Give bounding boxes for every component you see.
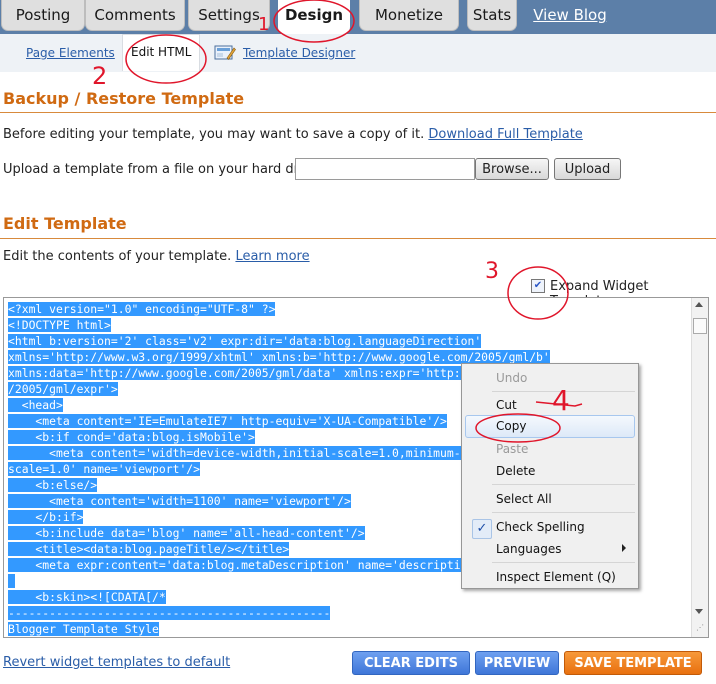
context-menu: Undo Cut Copy Paste Delete Select All ✓ … <box>461 363 639 589</box>
code-line: <!DOCTYPE html> <box>8 317 684 333</box>
editor-scrollbar[interactable]: ⋰ <box>691 298 708 637</box>
upload-button[interactable]: Upload <box>554 158 621 180</box>
code-line-text: xmlns='http://www.w3.org/1999/xhtml' xml… <box>8 350 550 364</box>
code-line-text: ----------------------------------------… <box>8 606 331 620</box>
tab-comments[interactable]: Comments <box>85 0 185 31</box>
submenu-arrow-icon <box>622 544 626 552</box>
code-line: <b:skin><![CDATA[/* <box>8 589 684 605</box>
code-line: ----------------------------------------… <box>8 605 684 621</box>
scroll-thumb[interactable] <box>693 318 707 334</box>
subtab-page-elements[interactable]: Page Elements <box>26 46 115 60</box>
tab-stats[interactable]: Stats <box>467 0 517 31</box>
code-line-text: scale=1.0' name='viewport'/> <box>8 462 201 476</box>
menu-item-select-all[interactable]: Select All <box>496 492 552 506</box>
menu-item-paste[interactable]: Paste <box>496 442 528 456</box>
tab-posting[interactable]: Posting <box>1 0 85 31</box>
revert-widgets-link[interactable]: Revert widget templates to default <box>3 655 230 670</box>
tab-settings[interactable]: Settings <box>188 0 270 31</box>
code-line: Blogger Template Style <box>8 621 684 637</box>
subtab-edit-html[interactable]: Edit HTML <box>122 34 201 71</box>
code-line-text: <html b:version='2' class='v2' expr:dir=… <box>8 334 482 348</box>
backup-intro: Before editing your template, you may wa… <box>3 127 583 142</box>
upload-label: Upload a template from a file on your ha… <box>3 162 323 177</box>
code-line-text: <b:else/> <box>8 478 98 492</box>
menu-separator <box>492 391 635 392</box>
menu-item-inspect[interactable]: Inspect Element (Q) <box>496 570 616 584</box>
code-line-text: <b:skin><![CDATA[/* <box>8 590 166 604</box>
code-line-text: <!DOCTYPE html> <box>8 318 111 332</box>
tab-monetize[interactable]: Monetize <box>359 0 459 31</box>
code-line-text: <b:if cond='data:blog.isMobile'> <box>8 430 255 444</box>
resize-grip-icon[interactable]: ⋰ <box>696 623 704 632</box>
code-line: <?xml version="1.0" encoding="UTF-8" ?> <box>8 301 684 317</box>
preview-button[interactable]: PREVIEW <box>475 651 559 675</box>
menu-separator <box>492 512 635 513</box>
edit-intro-text: Edit the contents of your template. <box>3 249 232 264</box>
checkmark-icon: ✓ <box>472 519 492 539</box>
download-template-link[interactable]: Download Full Template <box>428 127 582 142</box>
code-line-text: <title><data:blog.pageTitle/></title> <box>8 542 290 556</box>
menu-highlight <box>465 415 635 438</box>
menu-separator <box>492 562 635 563</box>
annotation-3: 3 <box>485 259 499 284</box>
backup-heading: Backup / Restore Template <box>3 89 245 108</box>
menu-item-languages[interactable]: Languages <box>496 542 561 556</box>
view-blog-link[interactable]: View Blog <box>530 0 610 31</box>
template-designer-icon[interactable] <box>214 44 236 61</box>
scroll-up-arrow-icon[interactable] <box>695 302 703 307</box>
backup-divider <box>0 112 716 113</box>
code-line-text: <b:include data='blog' name='all-head-co… <box>8 526 365 540</box>
code-line-text: Blogger Template Style <box>8 622 159 636</box>
browse-button[interactable]: Browse... <box>475 158 549 180</box>
backup-intro-text: Before editing your template, you may wa… <box>3 127 425 142</box>
sub-tab-bar: Page Elements Edit HTML Template Designe… <box>0 34 716 72</box>
edit-divider <box>0 238 716 239</box>
upload-file-input[interactable] <box>295 158 475 180</box>
subtab-template-designer[interactable]: Template Designer <box>243 46 355 60</box>
edit-template-heading: Edit Template <box>3 214 127 233</box>
save-template-button[interactable]: SAVE TEMPLATE <box>564 651 702 675</box>
scroll-down-arrow-icon[interactable] <box>695 609 703 614</box>
top-tab-bar: Posting Comments Settings Design Monetiz… <box>0 0 716 34</box>
code-line: <html b:version='2' class='v2' expr:dir=… <box>8 333 684 349</box>
learn-more-link[interactable]: Learn more <box>235 249 309 264</box>
code-line-text: </b:if> <box>8 510 84 524</box>
menu-item-undo[interactable]: Undo <box>496 371 527 385</box>
menu-item-copy[interactable]: Copy <box>496 419 526 433</box>
code-line-text: <?xml version="1.0" encoding="UTF-8" ?> <box>8 302 276 316</box>
code-line-text: <meta content='IE=EmulateIE7' http-equiv… <box>8 414 447 428</box>
expand-widget-checkbox[interactable]: ✔ <box>531 279 545 293</box>
code-line-text: <meta content='width=1100' name='viewpor… <box>8 494 351 508</box>
code-line-text <box>8 574 15 588</box>
code-line-text: <meta expr:content='data:blog.metaDescri… <box>8 558 495 572</box>
menu-separator <box>492 484 635 485</box>
clear-edits-button[interactable]: CLEAR EDITS <box>352 651 470 675</box>
code-line-text: <head> <box>8 398 63 412</box>
menu-item-delete[interactable]: Delete <box>496 464 535 478</box>
menu-item-check-spelling[interactable]: Check Spelling <box>496 520 585 534</box>
edit-intro: Edit the contents of your template. Lear… <box>3 249 310 264</box>
code-line-text: /2005/gml/expr'> <box>8 382 118 396</box>
tab-design[interactable]: Design <box>278 0 350 34</box>
menu-item-cut[interactable]: Cut <box>496 398 517 412</box>
